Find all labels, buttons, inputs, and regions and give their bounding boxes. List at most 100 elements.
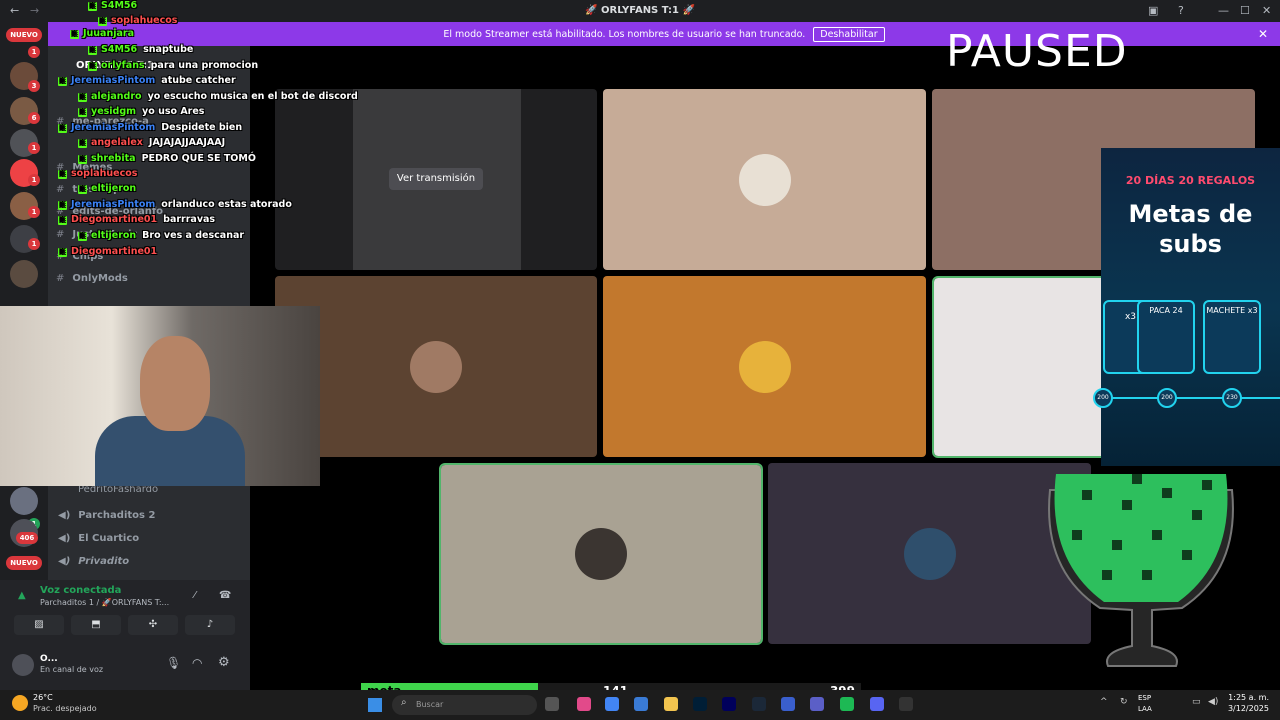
screen-share-icon: ⬒: [91, 619, 101, 630]
server-icon[interactable]: [10, 260, 38, 288]
avatar: [410, 340, 462, 393]
subs-goal-promo: 20 DÍAS 20 REGALOS Metas de subs x3 PACA…: [1093, 148, 1280, 466]
kick-badge-icon: K: [70, 30, 79, 39]
chat-message: K Juuanjara: [70, 28, 140, 39]
taskbar-search[interactable]: Buscar: [392, 695, 537, 715]
kick-badge-icon: K: [58, 170, 67, 179]
kick-badge-icon: K: [58, 77, 67, 86]
microphone-icon[interactable]: 🎙: [166, 656, 181, 670]
user-panel: [0, 648, 250, 690]
close-window-icon[interactable]: ✕: [1262, 4, 1271, 17]
app-icon[interactable]: [781, 697, 795, 711]
server-icon[interactable]: [10, 487, 38, 515]
windows-start-icon[interactable]: [368, 698, 382, 712]
camera-off-icon: ▨: [34, 619, 44, 630]
kick-badge-icon: K: [58, 216, 67, 225]
chat-text: orlanduco estas atorado: [161, 199, 292, 210]
mention-badge: 1: [28, 142, 40, 154]
chat-message: Ksoplahuecos: [98, 15, 183, 26]
volume-icon[interactable]: ◀): [1208, 697, 1218, 707]
chat-text: yo escucho musica en el bot de discord: [147, 91, 358, 102]
search-icon: ⌕: [401, 697, 407, 708]
watch-stream-button[interactable]: Ver transmisión: [389, 168, 483, 190]
noise-suppression-icon[interactable]: ⁄: [194, 590, 196, 601]
mention-badge: 1: [28, 238, 40, 250]
kick-badge-icon: K: [78, 155, 87, 164]
chat-text: Bro ves a descanar: [142, 230, 245, 241]
inbox-icon[interactable]: ▣: [1148, 4, 1158, 17]
chevron-up-icon[interactable]: ^: [1100, 697, 1108, 707]
kick-badge-icon: K: [88, 62, 97, 71]
clock-time[interactable]: 1:25 a. m.: [1225, 693, 1269, 702]
chat-username: S4M56: [101, 0, 138, 11]
discord-icon[interactable]: [870, 697, 884, 711]
milestone-line: [1101, 397, 1280, 399]
desktop: ← → 🚀 ORLYFANS T:1 🚀 ▣ ? — ☐ ✕ NUEVO 1 3…: [0, 0, 1280, 720]
maximize-icon[interactable]: ☐: [1240, 4, 1250, 17]
soundboard-button[interactable]: ♪: [185, 615, 235, 635]
weather-temp[interactable]: 26°C: [33, 693, 53, 702]
settings-gear-icon[interactable]: ⚙: [218, 655, 230, 670]
voice-channel-parchaditos-2[interactable]: ◀) Parchaditos 2: [58, 510, 155, 521]
participant-tile[interactable]: [603, 89, 926, 270]
participant-tile[interactable]: [603, 276, 926, 457]
chat-username: yesidgm: [91, 106, 137, 117]
audition-icon[interactable]: [722, 697, 736, 711]
avatar: [575, 528, 627, 580]
mention-badge: 1: [28, 174, 40, 186]
steam-icon[interactable]: [752, 697, 766, 711]
disable-streamer-mode-button[interactable]: Deshabilitar: [813, 26, 885, 42]
chat-message: K Diegomartine01 barrravas: [58, 214, 215, 225]
weather-icon[interactable]: [12, 695, 28, 711]
network-icon[interactable]: ▭: [1192, 697, 1201, 707]
voice-channel-path[interactable]: Parchaditos 1 / 🚀ORLYFANS T:...: [40, 598, 169, 607]
minimize-icon[interactable]: —: [1218, 4, 1229, 17]
disconnect-icon[interactable]: ☎: [219, 590, 231, 601]
avatar[interactable]: [12, 654, 34, 676]
activities-button[interactable]: ✣: [128, 615, 178, 635]
participant-tile[interactable]: [275, 276, 597, 457]
participant-tile-speaking[interactable]: [439, 463, 763, 645]
voice-channel-el-cuartico[interactable]: ◀) El Cuartico: [58, 533, 139, 544]
milestone-dot: 200: [1157, 388, 1177, 408]
obs-icon[interactable]: [899, 697, 913, 711]
headphones-icon[interactable]: ◠: [192, 656, 202, 670]
chat-message: K JeremiasPintom atube catcher: [58, 75, 236, 86]
promo-days: 20 DÍAS 20 REGALOS: [1125, 174, 1256, 187]
spotify-icon[interactable]: [840, 697, 854, 711]
app-icon[interactable]: [634, 697, 648, 711]
file-explorer-icon[interactable]: [664, 697, 678, 711]
chrome-icon[interactable]: [605, 697, 619, 711]
chat-username: alejandro: [91, 91, 142, 102]
camera-button[interactable]: ▨: [14, 615, 64, 635]
voice-channel-privadito[interactable]: ◀) Privadito: [58, 556, 129, 567]
channel-onlymods[interactable]: # OnlyMods: [56, 273, 128, 284]
paused-overlay: PAUSED: [946, 26, 1128, 77]
close-icon[interactable]: ✕: [1258, 27, 1268, 41]
screen-share-button[interactable]: ⬒: [71, 615, 121, 635]
chat-message: Kalejandro yo escucho musica en el bot de…: [78, 91, 358, 102]
weather-desc[interactable]: Prac. despejado: [33, 704, 97, 713]
task-view-icon[interactable]: [545, 697, 559, 711]
kick-badge-icon: K: [88, 2, 97, 11]
milestone-dot: 200: [1093, 388, 1113, 408]
new-badge: NUEVO: [6, 28, 42, 42]
language[interactable]: ESP: [1138, 694, 1151, 702]
photoshop-icon[interactable]: [693, 697, 707, 711]
help-icon[interactable]: ?: [1178, 4, 1184, 17]
banner-message: El modo Streamer está habilitado. Los no…: [443, 28, 806, 40]
app-icon[interactable]: [577, 697, 591, 711]
teams-icon[interactable]: [810, 697, 824, 711]
kick-badge-icon: K: [58, 201, 67, 210]
sync-icon[interactable]: ↻: [1120, 697, 1128, 707]
voice-status[interactable]: Voz conectada: [40, 585, 121, 596]
chat-text: atube catcher: [161, 75, 236, 86]
chat-text: Despidete bien: [161, 122, 243, 133]
avatar: [903, 527, 956, 580]
mention-badge: 406: [16, 532, 38, 544]
keyboard-layout[interactable]: LAA: [1138, 705, 1152, 713]
chat-username: Juuanjara: [83, 28, 134, 39]
mention-badge: 6: [28, 112, 40, 124]
clock-date[interactable]: 3/12/2025: [1225, 704, 1269, 713]
chat-username: eltijeron: [91, 230, 137, 241]
